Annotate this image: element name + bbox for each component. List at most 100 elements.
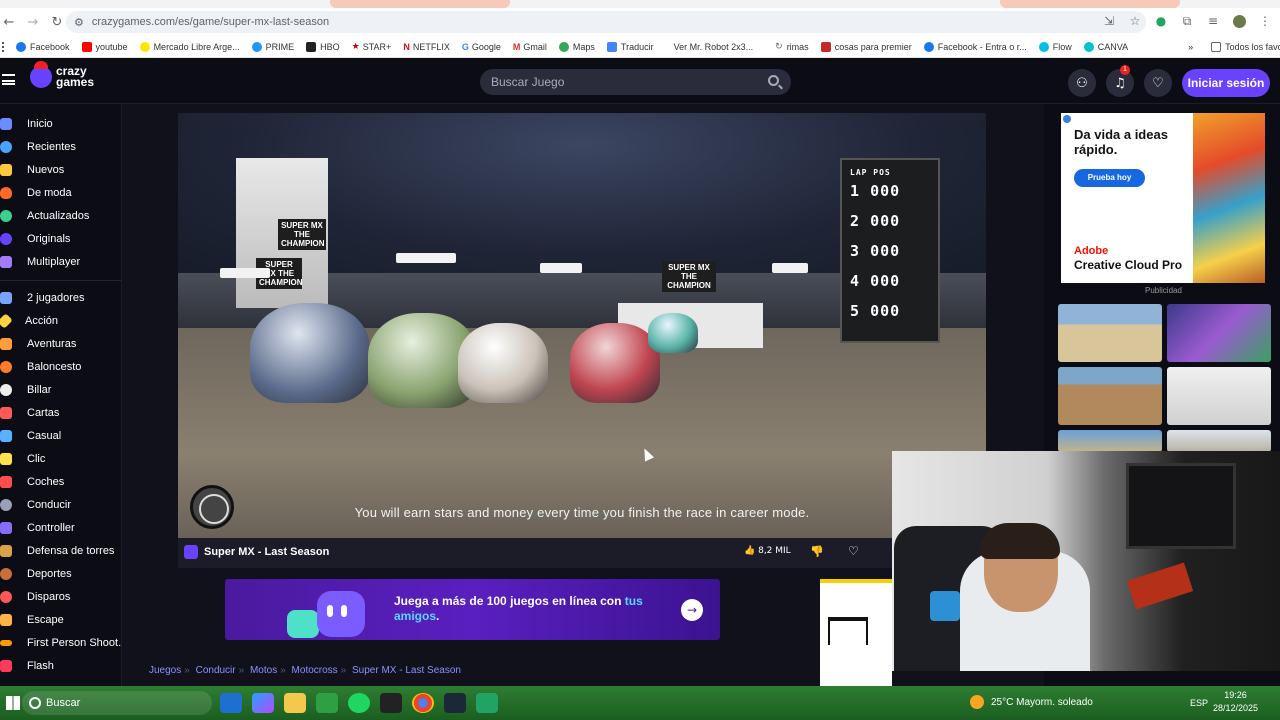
sidebar-item-originals[interactable]: Originals <box>0 229 70 249</box>
search-icon[interactable] <box>768 75 779 86</box>
bookmark-rimas[interactable]: ↻ rimas <box>775 41 809 52</box>
sidebar-item-deportes[interactable]: Deportes <box>0 564 72 584</box>
bookmark-facebook-2[interactable]: Facebook - Entra o r... <box>923 41 1027 52</box>
breadcrumb-item[interactable]: Conducir <box>196 665 236 676</box>
bookmark-mr-robot[interactable]: Ver Mr. Robot 2x3... <box>674 42 754 52</box>
bookmark-traducir[interactable]: Traducir <box>606 41 654 52</box>
star-icon[interactable]: ☆ <box>1126 12 1144 30</box>
sidebar-item-recientes[interactable]: Recientes <box>0 137 76 157</box>
sidebar-item-escape[interactable]: Escape <box>0 610 64 630</box>
sidebar-item-aventuras[interactable]: Aventuras <box>0 334 76 354</box>
game-canvas[interactable]: SUPER MX THE CHAMPION SUPER MX THE CHAMP… <box>178 113 986 538</box>
taskbar-search[interactable]: Buscar <box>22 691 212 715</box>
chrome-icon[interactable] <box>412 693 434 713</box>
sidebar-item-casual[interactable]: Casual <box>0 426 61 446</box>
game-thumbnail[interactable] <box>1167 304 1271 362</box>
search-input[interactable]: Buscar Juego <box>480 69 791 95</box>
game-thumbnail[interactable] <box>1058 430 1162 452</box>
game-thumbnail[interactable] <box>1167 367 1271 425</box>
profile-icon[interactable] <box>1230 12 1248 30</box>
sidebar-item-baloncesto[interactable]: Baloncesto <box>0 357 81 377</box>
tab[interactable] <box>1000 0 1180 8</box>
sidebar-item-clic[interactable]: Clic <box>0 449 45 469</box>
like-button[interactable]: 👍 8,2 MIL <box>744 546 791 556</box>
steam-icon[interactable] <box>444 693 466 713</box>
task-view-icon[interactable] <box>220 693 242 713</box>
all-favorites[interactable]: Todos los favoritos <box>1211 41 1280 52</box>
weather-widget[interactable]: 25°C Mayorm. soleado <box>970 695 1093 709</box>
puzzle-icon[interactable]: ⧉ <box>1178 12 1196 30</box>
bookmark-youtube[interactable]: youtube <box>81 41 128 52</box>
notifications-button[interactable]: ♫ <box>1106 69 1134 97</box>
sidebar-item-multiplayer[interactable]: Multiplayer <box>0 252 80 272</box>
install-icon[interactable]: ⇲ <box>1100 12 1118 30</box>
forward-icon[interactable]: → <box>24 15 42 30</box>
bookmark-facebook[interactable]: Facebook <box>16 41 70 52</box>
bookmark-maps[interactable]: Maps <box>558 41 595 52</box>
ad-cta-button[interactable]: Prueba hoy <box>1074 169 1145 187</box>
sidebar-item-fps[interactable]: First Person Shoot... <box>0 633 121 653</box>
site-settings-icon[interactable]: ⚙ <box>74 16 84 29</box>
favorite-game-button[interactable]: ♡ <box>848 544 859 558</box>
friends-promo-banner[interactable]: Juega a más de 100 juegos en línea con t… <box>225 579 720 640</box>
adobe-ad[interactable]: Da vida a ideas rápido. Prueba hoy Adobe… <box>1061 113 1265 283</box>
language-indicator[interactable]: ESP <box>1190 698 1208 708</box>
bookmark-flow[interactable]: Flow <box>1038 41 1072 52</box>
bookmark-hbo[interactable]: HBO <box>306 41 340 52</box>
sidebar-item-billar[interactable]: Billar <box>0 380 51 400</box>
sidebar-item-coches[interactable]: Coches <box>0 472 64 492</box>
file-explorer-icon[interactable] <box>284 693 306 713</box>
breadcrumb-item[interactable]: Motos <box>250 665 277 676</box>
breadcrumb-item[interactable]: Super MX - Last Season <box>352 665 461 676</box>
breadcrumb-item[interactable]: Juegos <box>149 665 181 676</box>
bookmark-netflix[interactable]: N NETFLIX <box>403 42 450 52</box>
bookmarks-overflow[interactable]: » <box>1188 42 1193 52</box>
crazygames-logo[interactable]: crazy games <box>30 61 94 88</box>
bookmark-premier[interactable]: cosas para premier <box>820 41 912 52</box>
media-icon[interactable]: ≡ <box>1204 12 1222 30</box>
bookmark-gmail[interactable]: M Gmail <box>513 42 547 52</box>
sidebar-item-inicio[interactable]: Inicio <box>0 114 53 134</box>
sidebar-item-defensa-de-torres[interactable]: Defensa de torres <box>0 541 114 561</box>
sidebar-item-de-moda[interactable]: De moda <box>0 183 72 203</box>
sidebar-item-nuevos[interactable]: Nuevos <box>0 160 64 180</box>
bookmark-mercadolibre[interactable]: Mercado Libre Arge... <box>139 41 240 52</box>
breadcrumb-item[interactable]: Motocross <box>292 665 338 676</box>
sidebar-item-cartas[interactable]: Cartas <box>0 403 59 423</box>
windows-start-icon[interactable] <box>6 696 20 710</box>
copilot-icon[interactable] <box>252 693 274 713</box>
favorites-button[interactable]: ♡ <box>1144 69 1172 97</box>
sidebar-item-flash[interactable]: Flash <box>0 656 54 676</box>
bookmark-google[interactable]: G Google <box>462 42 501 52</box>
menu-icon[interactable]: ⋮ <box>1256 12 1274 30</box>
reload-icon[interactable]: ↻ <box>48 15 66 30</box>
store-icon[interactable] <box>316 693 338 713</box>
bookmark-star[interactable]: ★ STAR+ <box>352 41 392 52</box>
sidebar-item-actualizados[interactable]: Actualizados <box>0 206 89 226</box>
extension-green-icon[interactable]: ● <box>1152 12 1170 30</box>
sidebar-item-accion[interactable]: Acción <box>0 311 58 331</box>
bookmark-prime[interactable]: PRIME <box>251 41 294 52</box>
game-thumbnail[interactable] <box>1058 367 1162 425</box>
sidebar-item-controller[interactable]: Controller <box>0 518 75 538</box>
signin-button[interactable]: Iniciar sesión <box>1182 69 1270 97</box>
arrow-right-icon[interactable]: → <box>681 599 703 621</box>
menu-burger-icon[interactable] <box>2 74 15 85</box>
sidebar-item-conducir[interactable]: Conducir <box>0 495 71 515</box>
epic-games-icon[interactable] <box>380 693 402 713</box>
tab[interactable] <box>330 0 510 8</box>
ad-info-icon[interactable] <box>1063 115 1071 123</box>
bookmark-canva[interactable]: CANVA <box>1083 41 1128 52</box>
dislike-button[interactable]: 👎 <box>810 545 824 558</box>
clock[interactable]: 19:26 28/12/2025 <box>1213 689 1258 715</box>
game-thumbnail[interactable] <box>1167 430 1271 452</box>
url-field[interactable]: ⚙ crazygames.com/es/game/super-mx-last-s… <box>66 11 1146 33</box>
sidebar-item-2-jugadores[interactable]: 2 jugadores <box>0 288 85 308</box>
friends-button[interactable]: ⚇ <box>1068 69 1096 97</box>
side-ad[interactable] <box>820 579 892 686</box>
apps-icon[interactable] <box>2 41 4 52</box>
sheets-icon[interactable] <box>476 693 498 713</box>
spotify-icon[interactable] <box>348 693 370 713</box>
back-icon[interactable]: ← <box>0 15 18 30</box>
game-thumbnail[interactable] <box>1058 304 1162 362</box>
